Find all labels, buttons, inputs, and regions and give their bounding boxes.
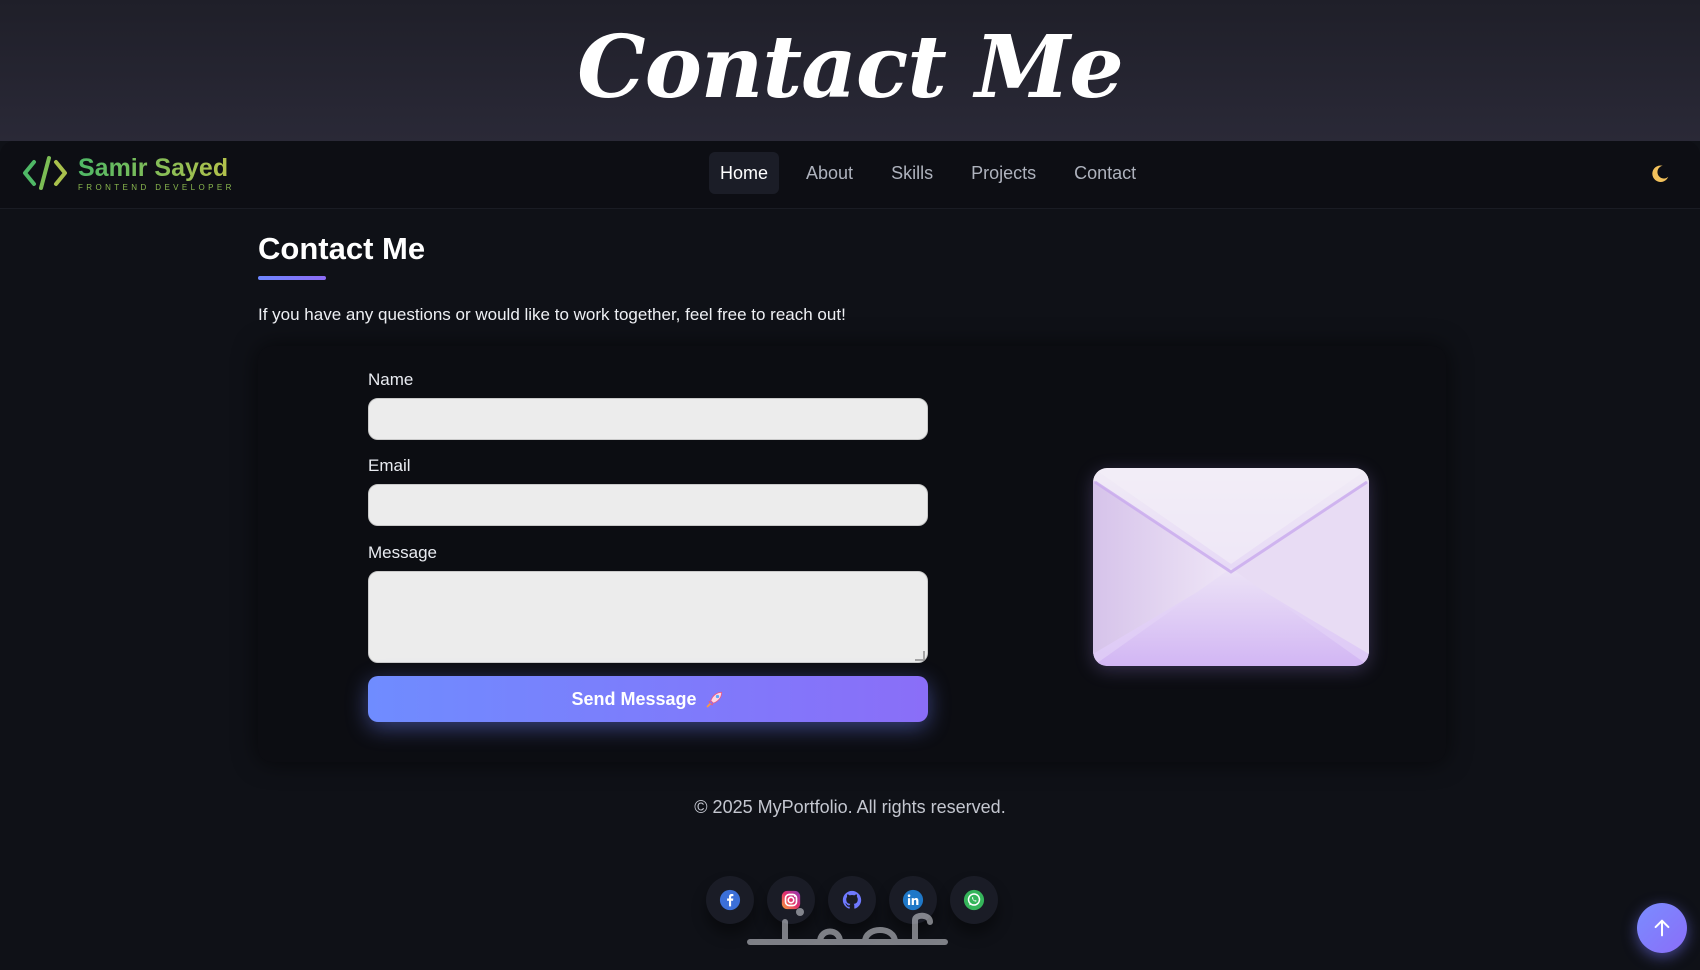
name-input[interactable] — [368, 398, 928, 440]
brand-text: Samir Sayed FRONTEND DEVELOPER — [78, 154, 235, 193]
navbar: Samir Sayed FRONTEND DEVELOPER Home Abou… — [0, 141, 1700, 209]
brand-subtitle: FRONTEND DEVELOPER — [78, 182, 235, 192]
hero-banner: Contact Me — [0, 0, 1700, 141]
email-input[interactable] — [368, 484, 928, 526]
brand-name: Samir Sayed — [78, 154, 235, 182]
whatsapp-icon — [963, 889, 985, 911]
send-message-label: Send Message — [571, 688, 697, 709]
brand-logo[interactable]: Samir Sayed FRONTEND DEVELOPER — [22, 153, 235, 193]
nav-item-home[interactable]: Home — [709, 152, 780, 194]
nav-item-skills[interactable]: Skills — [880, 152, 944, 194]
section-title: Contact Me — [258, 231, 426, 266]
hero-title: Contact Me — [577, 17, 1124, 118]
nav-item-projects[interactable]: Projects — [960, 152, 1047, 194]
email-label: Email — [368, 456, 411, 475]
theme-toggle-button[interactable] — [1648, 163, 1672, 187]
arrow-up-icon — [1654, 919, 1670, 937]
send-message-button[interactable]: Send Message — [368, 676, 928, 722]
message-textarea[interactable] — [368, 571, 928, 663]
moon-icon — [1652, 165, 1669, 182]
name-label: Name — [368, 370, 414, 389]
resize-handle-icon[interactable] — [915, 651, 925, 661]
whatsapp-link[interactable] — [950, 876, 998, 924]
footer-copyright: © 2025 MyPortfolio. All rights reserved. — [694, 797, 1006, 817]
nav-item-about[interactable]: About — [795, 152, 864, 194]
rocket-icon — [706, 691, 722, 708]
envelope-icon — [1093, 468, 1369, 666]
title-underline — [258, 276, 326, 280]
contact-intro: If you have any questions or would like … — [258, 305, 846, 324]
message-label: Message — [368, 543, 437, 562]
watermark-logo-icon — [747, 908, 948, 945]
nav-links: Home About Skills Projects Contact — [709, 152, 1163, 194]
code-brackets-icon — [23, 156, 67, 190]
facebook-icon — [719, 889, 741, 911]
contact-card: Name Email Message Send Message — [258, 346, 1446, 762]
scroll-to-top-button[interactable] — [1637, 903, 1687, 953]
nav-item-contact[interactable]: Contact — [1063, 152, 1147, 194]
